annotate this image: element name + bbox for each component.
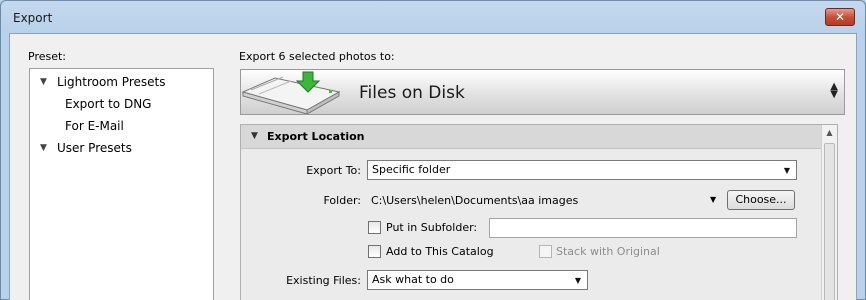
hard-drive-download-icon bbox=[241, 71, 341, 114]
export-to-label: Export To: bbox=[306, 164, 361, 177]
folder-history-arrow-icon[interactable]: ▼ bbox=[710, 195, 716, 204]
export-to-value: Specific folder bbox=[372, 163, 451, 176]
add-to-catalog-checkbox[interactable] bbox=[368, 245, 381, 258]
export-dialog: Export ✕ Preset: ▼ Lightroom Presets Exp… bbox=[0, 0, 866, 300]
add-to-catalog-label: Add to This Catalog bbox=[386, 245, 494, 258]
settings-panel: ▼ Export Location Export To: Specific fo… bbox=[240, 124, 838, 300]
tree-group-user-presets[interactable]: ▼ User Presets bbox=[30, 138, 213, 158]
expand-triangle-icon[interactable]: ▼ bbox=[40, 138, 47, 158]
close-button[interactable]: ✕ bbox=[825, 8, 855, 26]
tree-item-export-to-dng[interactable]: Export to DNG bbox=[30, 94, 213, 114]
section-header-export-location[interactable]: ▼ Export Location bbox=[241, 125, 822, 149]
title-bar[interactable]: Export ✕ bbox=[1, 1, 865, 33]
stack-with-original-checkbox[interactable] bbox=[539, 245, 552, 258]
tree-item-for-email[interactable]: For E-Mail bbox=[30, 116, 213, 136]
tree-group-lightroom-presets[interactable]: ▼ Lightroom Presets bbox=[30, 72, 213, 92]
section-title: Export Location bbox=[267, 130, 365, 143]
expand-triangle-icon[interactable]: ▼ bbox=[40, 72, 47, 92]
existing-files-value: Ask what to do bbox=[372, 273, 454, 286]
scroll-up-arrow-icon[interactable]: ▲ bbox=[822, 125, 837, 141]
tree-item-label: Export to DNG bbox=[65, 97, 152, 111]
choose-button-label: Choose... bbox=[735, 193, 787, 206]
put-in-subfolder-label: Put in Subfolder: bbox=[386, 221, 478, 234]
export-to-select[interactable]: Specific folder ▼ bbox=[367, 160, 797, 180]
subfolder-name-input[interactable] bbox=[489, 218, 797, 238]
tree-group-label: User Presets bbox=[57, 141, 132, 155]
close-icon: ✕ bbox=[834, 10, 846, 24]
folder-label: Folder: bbox=[323, 194, 361, 207]
preset-label: Preset: bbox=[28, 50, 67, 63]
tree-item-label: For E-Mail bbox=[65, 119, 124, 133]
window-title: Export bbox=[13, 11, 53, 25]
folder-path: C:\Users\helen\Documents\aa images bbox=[371, 194, 579, 207]
dialog-body: Preset: ▼ Lightroom Presets Export to DN… bbox=[9, 33, 857, 300]
destination-label: Files on Disk bbox=[359, 83, 465, 103]
destination-selector[interactable]: Files on Disk ▲ ▼ bbox=[240, 69, 845, 115]
preset-tree: ▼ Lightroom Presets Export to DNG For E-… bbox=[29, 68, 214, 300]
dropdown-arrow-icon: ▼ bbox=[783, 166, 790, 175]
dropdown-arrow-icon: ▼ bbox=[574, 276, 581, 285]
stack-with-original-label: Stack with Original bbox=[556, 245, 660, 258]
put-in-subfolder-checkbox[interactable] bbox=[368, 221, 381, 234]
updown-arrows-icon[interactable]: ▲ ▼ bbox=[830, 82, 838, 100]
vertical-scrollbar[interactable]: ▲ bbox=[821, 125, 837, 300]
tree-group-label: Lightroom Presets bbox=[57, 75, 166, 89]
collapse-triangle-icon[interactable]: ▼ bbox=[251, 131, 258, 141]
choose-button[interactable]: Choose... bbox=[727, 190, 795, 210]
existing-files-label: Existing Files: bbox=[286, 274, 361, 287]
scrollbar-thumb[interactable] bbox=[824, 143, 835, 300]
export-heading: Export 6 selected photos to: bbox=[239, 50, 395, 63]
existing-files-select[interactable]: Ask what to do ▼ bbox=[367, 270, 588, 290]
